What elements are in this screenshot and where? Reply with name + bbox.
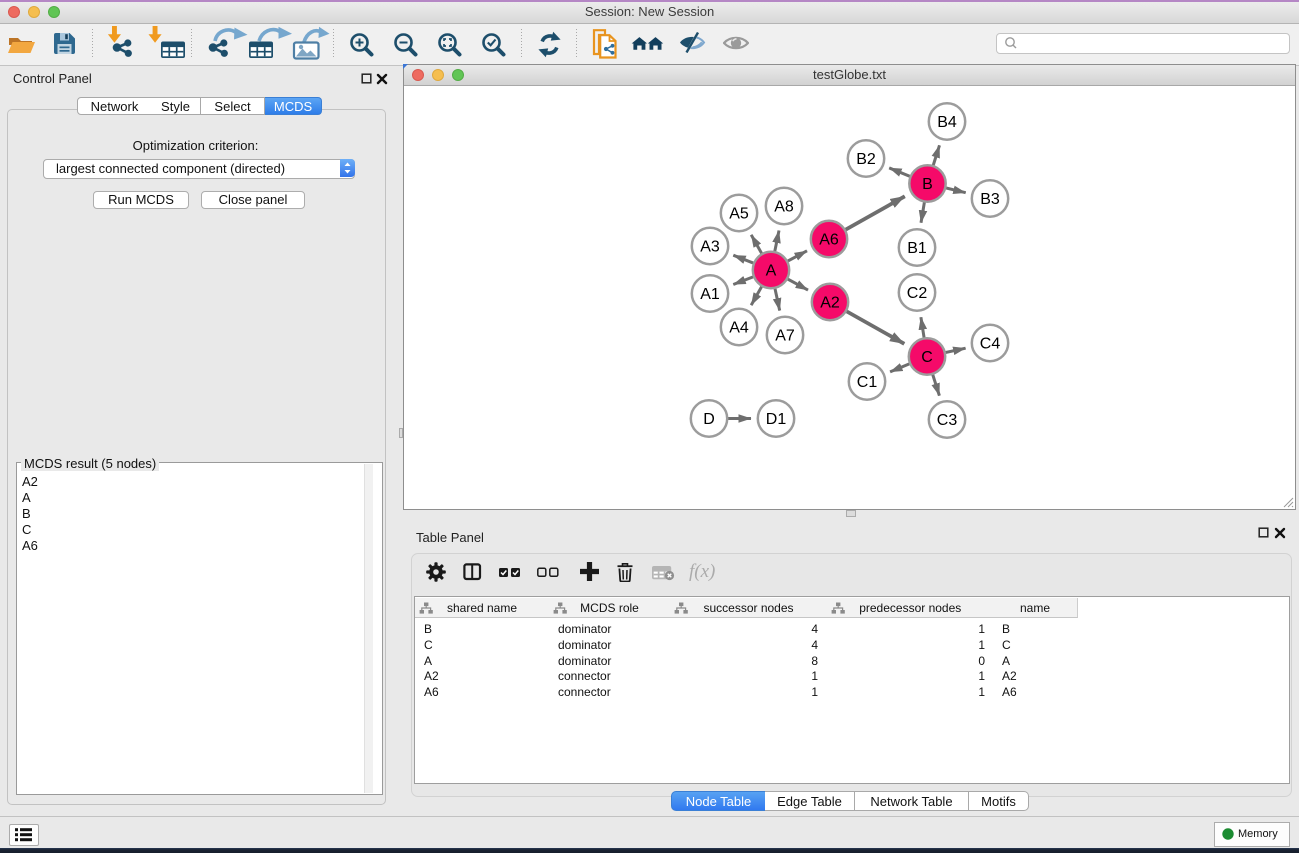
svg-text:A2: A2: [820, 295, 840, 312]
svg-text:A3: A3: [700, 239, 720, 256]
svg-text:A1: A1: [700, 286, 720, 303]
svg-text:B2: B2: [856, 151, 876, 168]
svg-text:A6: A6: [819, 232, 839, 249]
svg-text:C: C: [921, 349, 933, 366]
svg-text:B4: B4: [937, 114, 957, 131]
svg-text:D: D: [703, 411, 715, 428]
svg-text:A: A: [766, 263, 777, 280]
svg-text:C1: C1: [857, 374, 878, 391]
svg-text:D1: D1: [766, 411, 787, 428]
svg-text:B: B: [922, 176, 933, 193]
svg-text:A4: A4: [729, 320, 749, 337]
svg-text:C4: C4: [980, 336, 1001, 353]
svg-text:B3: B3: [980, 191, 1000, 208]
svg-text:C3: C3: [937, 412, 958, 429]
svg-text:C2: C2: [907, 285, 928, 302]
svg-text:A7: A7: [775, 328, 795, 345]
svg-text:A8: A8: [774, 199, 794, 216]
svg-text:A5: A5: [729, 206, 749, 223]
svg-text:B1: B1: [907, 240, 927, 257]
